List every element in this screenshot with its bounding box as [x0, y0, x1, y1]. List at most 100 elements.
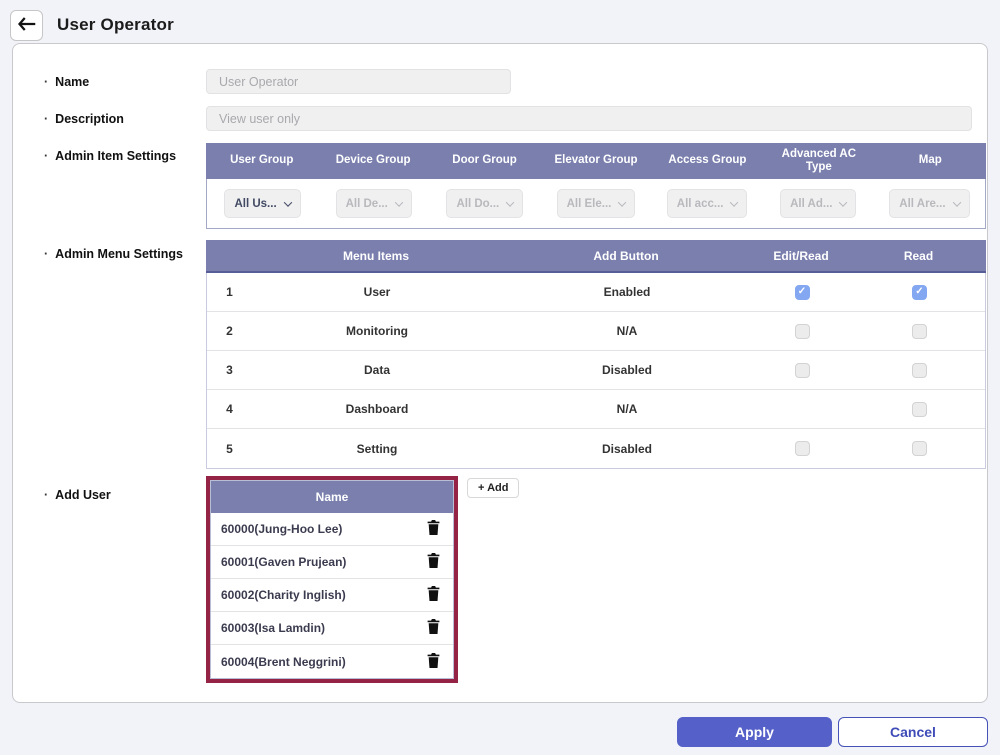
door-group-dropdown[interactable]: All Do... [446, 189, 523, 218]
chevron-down-icon [283, 198, 291, 206]
admin-menu-settings-table: Menu Items Add Button Edit/Read Read 1 U… [206, 240, 986, 469]
back-arrow-icon [18, 17, 36, 34]
table-row: 2 Monitoring N/A [207, 312, 985, 351]
add-user-table: Name 60000(Jung-Hoo Lee) 60001(Gaven Pru… [210, 480, 454, 679]
device-group-dropdown[interactable]: All De... [336, 189, 412, 218]
table-row: 60004(Brent Neggrini) [211, 645, 453, 678]
column-header-number [206, 240, 251, 271]
trash-icon [427, 653, 440, 671]
elevator-group-dropdown[interactable]: All Ele... [557, 189, 636, 218]
dropdown-value: All De... [346, 198, 388, 210]
table-row: 3 Data Disabled [207, 351, 985, 390]
row-number: 5 [207, 442, 252, 456]
add-button-status: N/A [502, 402, 752, 416]
description-label: Description [13, 106, 206, 127]
description-row: Description [13, 106, 987, 131]
row-number: 3 [207, 363, 252, 377]
top-bar: User Operator [0, 0, 1000, 43]
table-row: 60000(Jung-Hoo Lee) [211, 513, 453, 546]
read-checkbox[interactable] [912, 402, 927, 417]
column-header-elevator-group: Elevator Group [540, 143, 651, 179]
read-checkbox[interactable] [912, 363, 927, 378]
dropdown-value: All Ele... [567, 198, 612, 210]
chevron-down-icon [839, 198, 847, 206]
admin-item-settings-row: Admin Item Settings User Group Device Gr… [13, 143, 987, 229]
edit-read-checkbox[interactable] [795, 441, 810, 456]
column-header-access-group: Access Group [652, 143, 763, 179]
user-name: 60000(Jung-Hoo Lee) [221, 522, 342, 536]
delete-user-button[interactable] [427, 619, 440, 637]
trash-icon [427, 586, 440, 604]
chevron-down-icon [506, 198, 514, 206]
dropdown-value: All acc... [677, 198, 724, 210]
chevron-down-icon [618, 198, 626, 206]
edit-read-checkbox[interactable] [795, 324, 810, 339]
name-row: Name [13, 69, 987, 94]
footer-actions: Apply Cancel [0, 703, 1000, 747]
delete-user-button[interactable] [427, 553, 440, 571]
delete-user-button[interactable] [427, 520, 440, 538]
name-input[interactable] [206, 69, 511, 94]
chevron-down-icon [730, 198, 738, 206]
dropdown-value: All Are... [899, 198, 945, 210]
menu-item-name: Monitoring [252, 324, 502, 338]
column-header-map: Map [875, 143, 986, 179]
read-checkbox[interactable] [912, 324, 927, 339]
description-input[interactable] [206, 106, 972, 131]
table-row: 60003(Isa Lamdin) [211, 612, 453, 645]
menu-item-name: Dashboard [252, 402, 502, 416]
chevron-down-icon [952, 198, 960, 206]
trash-icon [427, 553, 440, 571]
column-header-device-group: Device Group [317, 143, 428, 179]
table-row: 60002(Charity Inglish) [211, 579, 453, 612]
row-number: 1 [207, 285, 252, 299]
column-header-edit-read: Edit/Read [751, 240, 851, 271]
table-row: 5 Setting Disabled [207, 429, 985, 468]
column-header-menu-items: Menu Items [251, 240, 501, 271]
edit-read-checkbox[interactable] [795, 363, 810, 378]
menu-item-name: Data [252, 363, 502, 377]
chevron-down-icon [395, 198, 403, 206]
read-checkbox[interactable] [912, 441, 927, 456]
map-dropdown[interactable]: All Are... [889, 189, 969, 218]
add-user-table-highlight: Name 60000(Jung-Hoo Lee) 60001(Gaven Pru… [206, 476, 458, 683]
add-user-button[interactable]: + Add [467, 478, 519, 498]
admin-item-settings-table: User Group Device Group Door Group Eleva… [206, 143, 986, 229]
dropdown-value: All Us... [234, 198, 276, 210]
row-number: 2 [207, 324, 252, 338]
table-row: 60001(Gaven Prujean) [211, 546, 453, 579]
admin-item-settings-dropdown-row: All Us... All De... All Do... All Ele...… [206, 179, 986, 229]
add-user-label: Add User [13, 476, 206, 503]
page-title: User Operator [57, 15, 174, 35]
dropdown-value: All Do... [456, 198, 499, 210]
user-group-dropdown[interactable]: All Us... [224, 189, 300, 218]
add-button-status: Enabled [502, 285, 752, 299]
column-header-name: Name [211, 481, 453, 513]
column-header-door-group: Door Group [429, 143, 540, 179]
cancel-button[interactable]: Cancel [838, 717, 988, 747]
column-header-add-button: Add Button [501, 240, 751, 271]
menu-item-name: Setting [252, 442, 502, 456]
admin-menu-settings-label: Admin Menu Settings [13, 241, 206, 262]
add-button-status: Disabled [502, 363, 752, 377]
user-name: 60001(Gaven Prujean) [221, 555, 346, 569]
admin-item-settings-header: User Group Device Group Door Group Eleva… [206, 143, 986, 179]
read-checkbox[interactable] [912, 285, 927, 300]
add-button-status: N/A [502, 324, 752, 338]
trash-icon [427, 520, 440, 538]
name-label: Name [13, 69, 206, 90]
table-row: 1 User Enabled [207, 273, 985, 312]
apply-button[interactable]: Apply [677, 717, 832, 747]
edit-read-checkbox[interactable] [795, 285, 810, 300]
add-button-status: Disabled [502, 442, 752, 456]
delete-user-button[interactable] [427, 586, 440, 604]
admin-menu-settings-row: Admin Menu Settings Menu Items Add Butto… [13, 241, 987, 469]
admin-menu-settings-header: Menu Items Add Button Edit/Read Read [206, 240, 986, 273]
table-row: 4 Dashboard N/A [207, 390, 985, 429]
access-group-dropdown[interactable]: All acc... [667, 189, 748, 218]
column-header-read: Read [851, 240, 986, 271]
advanced-ac-type-dropdown[interactable]: All Ad... [780, 189, 856, 218]
back-button[interactable] [10, 10, 43, 41]
delete-user-button[interactable] [427, 653, 440, 671]
user-name: 60004(Brent Neggrini) [221, 655, 346, 669]
